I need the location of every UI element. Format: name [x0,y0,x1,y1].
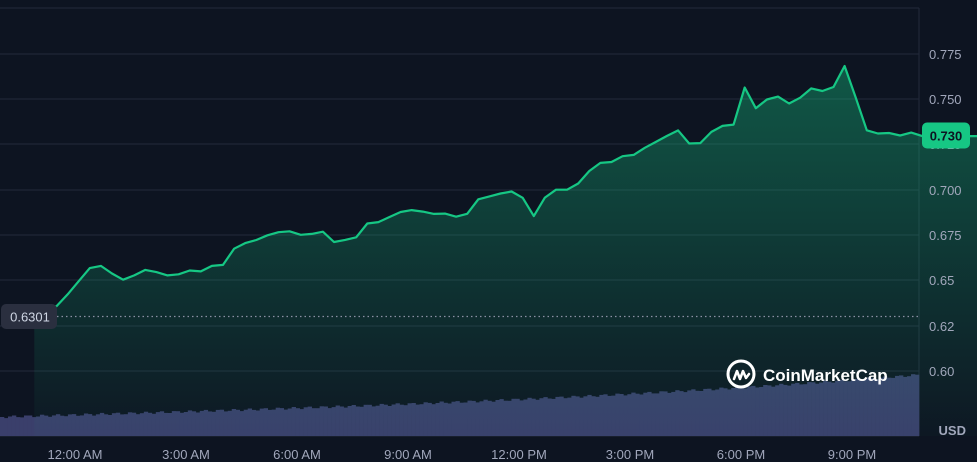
open-price-label: 0.6301 [10,310,50,325]
y-tick-label: 0.775 [929,47,962,62]
volume-bar [19,417,25,436]
current-price-label: 0.730 [930,129,963,144]
y-tick-label: 0.700 [929,183,962,198]
price-chart-svg: 0.600.620.650.6750.7000.7250.7500.775 12… [0,7,977,462]
x-tick-label: 3:00 PM [606,447,654,462]
currency-unit-label: USD [939,423,966,438]
coinmarketcap-logo-text: CoinMarketCap [763,366,888,385]
x-tick-label: 9:00 PM [828,447,876,462]
volume-bar [27,415,33,436]
volume-bar [15,417,21,436]
volume-bar [23,415,29,436]
x-tick-label: 6:00 AM [273,447,321,462]
y-tick-label: 0.60 [929,364,954,379]
volume-bar [7,416,13,436]
y-tick-label: 0.65 [929,273,954,288]
x-axis-ticks: 12:00 AM 3:00 AM 6:00 AM 9:00 AM 12:00 PM 3:0… [48,447,877,462]
y-tick-label: 0.750 [929,92,962,107]
y-tick-label: 0.62 [929,319,954,334]
price-chart: 0.600.620.650.6750.7000.7250.7500.775 12… [0,0,977,462]
x-tick-label: 6:00 PM [717,447,765,462]
current-price-badge: 0.730 [922,122,970,149]
open-price-badge: 0.6301 [1,304,57,329]
volume-bar [4,418,9,436]
y-tick-label: 0.675 [929,228,962,243]
x-tick-label: 3:00 AM [162,447,210,462]
volume-bar [11,415,17,436]
volume-bar [0,417,5,436]
x-tick-label: 9:00 AM [384,447,432,462]
x-tick-label: 12:00 PM [491,447,547,462]
x-tick-label: 12:00 AM [48,447,103,462]
